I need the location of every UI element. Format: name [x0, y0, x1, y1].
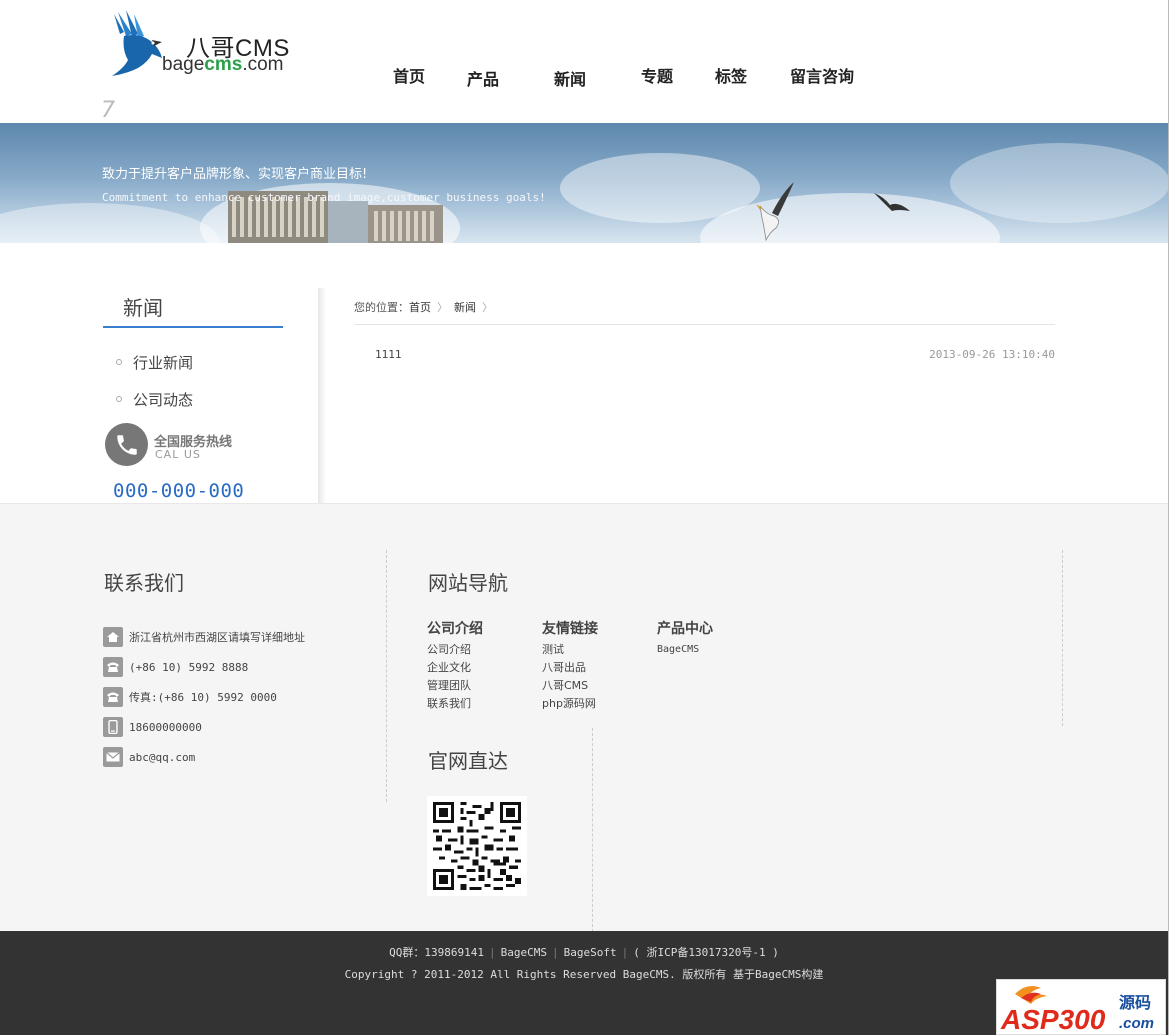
official-site-heading: 官网直达	[428, 749, 508, 773]
bullet-icon	[116, 359, 122, 365]
icp-link[interactable]: ( 浙ICP备13017320号-1 )	[633, 946, 779, 959]
watermark-cn: 源码	[1119, 993, 1151, 1012]
cloud	[0, 203, 220, 243]
nav-tags[interactable]: 标签	[715, 63, 747, 87]
sidebar-item-industry-news[interactable]: 行业新闻	[133, 352, 193, 373]
cloud	[950, 143, 1168, 223]
copyright-text: Copyright ? 2011-2012 All Rights Reserve…	[344, 968, 824, 981]
home-icon	[103, 627, 123, 647]
footer-divider	[386, 550, 387, 802]
site-nav-heading: 网站导航	[428, 571, 508, 595]
main-content: 新闻 行业新闻 公司动态 全国服务热线 CAL US 000-000-000 您…	[0, 243, 1168, 503]
site-header: 八哥CMS bagecms.com 7 首页 产品 新闻 专题 标签 留言咨询	[0, 0, 1168, 123]
site-logo[interactable]: 八哥CMS bagecms.com	[108, 10, 298, 80]
nav-news[interactable]: 新闻	[554, 66, 586, 90]
breadcrumb-home[interactable]: 首页	[409, 301, 431, 314]
article-title-link[interactable]: 1111	[375, 348, 402, 361]
sidebar-item-company-news[interactable]: 公司动态	[133, 389, 193, 410]
banner-slogan: 致力于提升客户品牌形象、实现客户商业目标!	[102, 167, 368, 182]
link-column-title: 公司介绍	[427, 621, 483, 637]
bullet-icon	[116, 396, 122, 402]
link-column-friends: 友情链接 测试 八哥出品 八哥CMS php源码网	[542, 618, 598, 713]
hotline-label-english: CAL US	[155, 448, 201, 461]
footer-info: 联系我们 浙江省杭州市西湖区请填写详细地址 (+86 10) 5992 8888…	[0, 503, 1168, 932]
bottom-links: QQ群：139869141 | BageCMS | BageSoft |( 浙ICP备13…	[389, 946, 779, 959]
mail-icon	[103, 747, 123, 767]
logo-domain-text: bagecms.com	[162, 54, 284, 75]
contact-heading: 联系我们	[104, 571, 184, 595]
hotline-number: 000-000-000	[113, 480, 245, 502]
phone-icon	[105, 423, 148, 466]
footer-link[interactable]: 企业文化	[427, 659, 483, 677]
phone-icon	[103, 657, 123, 677]
seagull-image	[756, 182, 794, 242]
fax-icon	[103, 687, 123, 707]
nav-topics[interactable]: 专题	[641, 63, 673, 87]
watermark-suffix: .com	[1119, 1015, 1154, 1032]
nav-home[interactable]: 首页	[393, 63, 425, 87]
breadcrumb-separator: 〉	[482, 301, 493, 314]
contact-address: 浙江省杭州市西湖区请填写详细地址	[103, 627, 305, 647]
seagull-image	[874, 193, 910, 211]
breadcrumb-prefix: 您的位置：	[354, 301, 409, 314]
link-column-title: 友情链接	[542, 621, 598, 637]
nav-guestbook[interactable]: 留言咨询	[790, 63, 854, 87]
watermark-brand: ASP300	[1000, 1004, 1106, 1035]
decorative-stroke: 7	[101, 98, 115, 123]
footer-divider	[1062, 550, 1063, 726]
footer-link[interactable]: BageCMS	[657, 641, 713, 659]
contact-fax: 传真:(+86 10) 5992 0000	[103, 687, 277, 707]
contact-mobile: 18600000000	[103, 717, 202, 737]
link-column-title: 产品中心	[657, 621, 713, 637]
footer-link[interactable]: 公司介绍	[427, 641, 483, 659]
footer-link[interactable]: 管理团队	[427, 677, 483, 695]
copyright-bar: QQ群：139869141 | BageCMS | BageSoft |( 浙ICP备13…	[0, 931, 1168, 1035]
bagecms-link[interactable]: BageCMS	[501, 946, 547, 959]
nav-products[interactable]: 产品	[467, 66, 499, 90]
window-right-edge	[1168, 0, 1172, 1035]
footer-link[interactable]: 八哥出品	[542, 659, 598, 677]
bagesoft-link[interactable]: BageSoft	[564, 946, 617, 959]
qr-code	[427, 796, 527, 896]
column-divider	[318, 288, 326, 503]
footer-link[interactable]: php源码网	[542, 695, 598, 713]
breadcrumb: 您的位置：首页〉新闻〉	[354, 299, 499, 315]
link-column-products: 产品中心 BageCMS	[657, 618, 713, 659]
contact-phone: (+86 10) 5992 8888	[103, 657, 248, 677]
link-column-company: 公司介绍 公司介绍 企业文化 管理团队 联系我们	[427, 618, 483, 713]
asp300-watermark: ASP300 源码 .com	[996, 979, 1166, 1035]
footer-link[interactable]: 联系我们	[427, 695, 483, 713]
bird-logo-icon	[112, 10, 162, 76]
banner-slogan-english: Commitment to enhance customer brand ima…	[102, 191, 546, 204]
hero-banner: 致力于提升客户品牌形象、实现客户商业目标! Commitment to enha…	[0, 123, 1168, 243]
breadcrumb-news[interactable]: 新闻	[454, 301, 476, 314]
mobile-icon	[103, 717, 123, 737]
breadcrumb-divider	[354, 324, 1055, 325]
article-date: 2013-09-26 13:10:40	[929, 348, 1055, 361]
footer-link[interactable]: 测试	[542, 641, 598, 659]
qq-group: QQ群：139869141	[389, 946, 485, 959]
contact-email: abc@qq.com	[103, 747, 195, 767]
footer-link[interactable]: 八哥CMS	[542, 677, 598, 695]
sidebar-title-underline	[103, 326, 283, 328]
sidebar-title: 新闻	[123, 296, 163, 320]
breadcrumb-separator: 〉	[437, 301, 448, 314]
footer-divider	[592, 728, 593, 932]
